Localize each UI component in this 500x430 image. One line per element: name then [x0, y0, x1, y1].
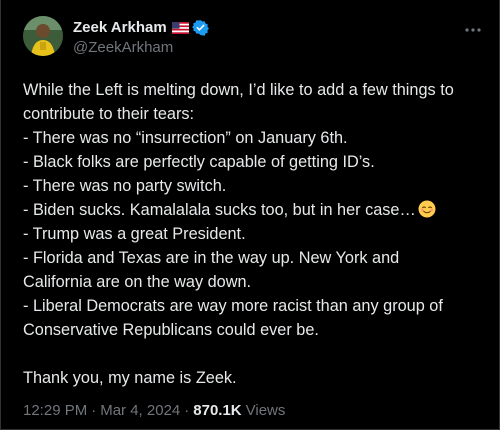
- tweet-line: - Black folks are perfectly capable of g…: [23, 153, 375, 171]
- tweet-date[interactable]: Mar 4, 2024: [100, 402, 180, 419]
- tweet-line: - Trump was a great President.: [23, 225, 246, 243]
- tweet-line: While the Left is melting down, I’d like…: [23, 81, 454, 99]
- avatar[interactable]: [23, 16, 63, 56]
- tweet-line: - There was no party switch.: [23, 177, 227, 195]
- us-flag-icon: [171, 21, 189, 34]
- tweet-line: - There was no “insurrection” on January…: [23, 129, 348, 147]
- display-name[interactable]: Zeek Arkham: [73, 19, 167, 36]
- meta-separator: ·: [184, 402, 190, 419]
- tweet-line: - Florida and Texas are in the way up. N…: [23, 249, 400, 267]
- tweet-meta: 12:29 PM · Mar 4, 2024 · 870.1K Views: [23, 402, 285, 419]
- tweet-card: Zeek Arkham @ZeekArkham While the Left i…: [0, 0, 500, 430]
- meta-separator: ·: [91, 402, 97, 419]
- display-name-row: Zeek Arkham: [73, 17, 209, 37]
- author-names: Zeek Arkham @ZeekArkham: [73, 17, 209, 59]
- views-count[interactable]: 870.1K: [193, 402, 241, 419]
- tweet-line: contribute to their tears:: [23, 105, 195, 123]
- tweet-line: - Liberal Democrats are way more racist …: [23, 297, 443, 315]
- tweet-line: Thank you, my name is Zeek.: [23, 369, 237, 387]
- tweet-line: Conservative Republicans could ever be.: [23, 321, 319, 339]
- relieved-face-emoji-icon: [418, 200, 436, 218]
- author-handle[interactable]: @ZeekArkham: [73, 39, 209, 59]
- verified-badge-icon[interactable]: [191, 19, 209, 36]
- tweet-time[interactable]: 12:29 PM: [23, 402, 87, 419]
- tweet-text: While the Left is melting down, I’d like…: [23, 78, 493, 390]
- views-label: Views: [245, 402, 286, 419]
- more-options-icon[interactable]: [463, 20, 483, 40]
- tweet-line-with-emoji: - Biden sucks. Kamalalala sucks too, but…: [23, 198, 493, 222]
- tweet-header: Zeek Arkham @ZeekArkham: [23, 16, 483, 64]
- tweet-line: California are on the way down.: [23, 273, 252, 291]
- tweet-line: - Biden sucks. Kamalalala sucks too, but…: [23, 201, 416, 219]
